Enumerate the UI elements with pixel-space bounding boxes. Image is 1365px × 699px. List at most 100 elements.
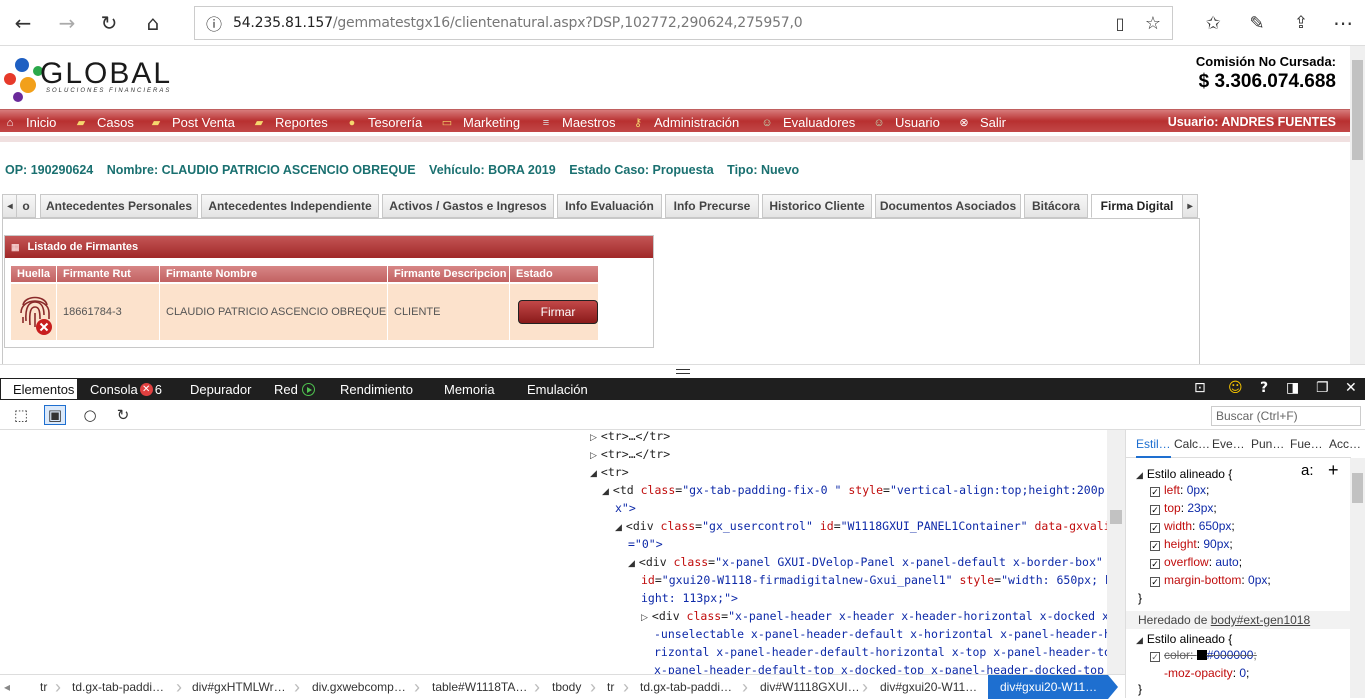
color-swatch[interactable] [1196,650,1207,660]
tab-activos-gastos[interactable]: Activos / Gastos e Ingresos [382,194,554,218]
url-text[interactable]: 54.235.81.157/gemmatestgx16/clientenatur… [233,15,803,31]
menu-item-usuario[interactable]: ☺ Usuario [873,115,939,130]
address-bar[interactable]: ⓘ 54.235.81.157/gemmatestgx16/clientenat… [194,6,1173,40]
splitter-grip-icon[interactable] [676,369,690,374]
breadcrumb-item[interactable]: td.gx-tab-paddi… [640,675,732,699]
collapse-icon[interactable]: ◢ [1136,636,1143,646]
share-icon[interactable]: ⇪ [1286,8,1316,38]
tab-info-precurse[interactable]: Info Precurse [665,194,759,218]
dom-node[interactable]: ▷ <tr>…</tr> [590,430,670,445]
breadcrumb-item[interactable]: table#W1118TA… [432,675,527,699]
expand-icon[interactable]: ▷ [641,613,648,623]
devtab-depurador[interactable]: Depurador [190,378,251,400]
smiley-feedback-icon[interactable]: ☺ [1228,380,1243,396]
devtab-elementos[interactable]: Elementos [0,378,78,400]
dom-node[interactable]: ▷ <tr>…</tr> [590,445,670,463]
refresh-dom-icon[interactable]: ↻ [112,405,134,425]
reading-view-icon[interactable]: ▯ [1105,8,1135,38]
menu-item-reportes[interactable]: ▰ Reportes [253,115,328,130]
dom-node[interactable]: ▷ <div class="x-panel-header x-header x-h… [641,607,1107,625]
menu-item-marketing[interactable]: ▭ Marketing [441,115,520,130]
col-firmante-descripcion[interactable]: Firmante Descripcion [388,266,510,282]
checkbox-checked-icon[interactable]: ✓ [1150,487,1160,497]
menu-item-maestros[interactable]: ≡ Maestros [540,115,616,130]
dom-node[interactable]: ◢ <td class="gx-tab-padding-fix-0 " style… [602,481,1105,499]
style-prop[interactable]: ✓ top: 23px; [1150,499,1217,517]
page-scrollbar-thumb[interactable] [1352,60,1363,160]
st-tab-eventos[interactable]: Eve… [1212,437,1245,451]
firmar-button[interactable]: Firmar [518,300,598,324]
tab-bitacora[interactable]: Bitácora [1024,194,1088,218]
style-prop[interactable]: ✓ left: 0px; [1150,481,1209,499]
breadcrumb-item-active[interactable]: div#gxui20-W11… [988,675,1108,699]
dom-node[interactable]: ◢ <tr> [590,463,629,481]
collapse-icon[interactable]: ◢ [1136,471,1143,481]
menu-item-salir[interactable]: ⊗ Salir [958,115,1006,130]
inherited-link[interactable]: body#ext-gen1018 [1211,613,1310,627]
checkbox-checked-icon[interactable]: ✓ [1150,541,1160,551]
style-prop[interactable]: ✓ overflow: auto; [1150,553,1242,571]
checkbox-checked-icon[interactable]: ✓ [1150,505,1160,515]
style-prop-overridden[interactable]: ✓ color: #000000; [1150,646,1257,664]
text-size-icon[interactable]: a: [1301,462,1314,480]
col-firmante-nombre[interactable]: Firmante Nombre [160,266,388,282]
undock-icon[interactable]: ❐ [1316,380,1329,396]
st-tab-puntos[interactable]: Pun… [1251,437,1284,451]
menu-item-post-venta[interactable]: ▰ Post Venta [150,115,235,130]
style-prop[interactable]: ✓ margin-bottom: 0px; [1150,571,1271,589]
st-tab-fuentes[interactable]: Fue… [1290,437,1323,451]
breadcrumb-item[interactable]: div#gxHTMLWr… [192,675,286,699]
tab-antecedentes-personales[interactable]: Antecedentes Personales [40,194,198,218]
breadcrumb-item[interactable]: td.gx-tab-paddi… [72,675,164,699]
styles-scrollbar-thumb[interactable] [1352,473,1363,503]
style-prop[interactable]: -moz-opacity: 0; [1164,664,1249,682]
col-firmante-rut[interactable]: Firmante Rut [57,266,160,282]
menu-item-casos[interactable]: ▰ Casos [75,115,134,130]
checkbox-checked-icon[interactable]: ✓ [1150,523,1160,533]
tab-info-evaluacion[interactable]: Info Evaluación [557,194,662,218]
breadcrumb-item[interactable]: div#gxui20-W11… [880,675,977,699]
tab-partial[interactable]: o [16,194,36,218]
menu-item-evaluadores[interactable]: ☺ Evaluadores [761,115,855,130]
devtab-red[interactable]: Red [274,378,315,400]
dom-scrollbar[interactable] [1107,430,1125,674]
color-picker-icon[interactable]: ○ [79,405,101,425]
checkbox-checked-icon[interactable]: ✓ [1150,559,1160,569]
refresh-icon[interactable]: ↻ [94,8,124,38]
style-prop[interactable]: ✓ width: 650px; [1150,517,1235,535]
styles-scrollbar[interactable] [1350,458,1365,698]
menu-item-tesoreria[interactable]: ● Tesorería [346,115,423,130]
collapse-icon[interactable]: ◢ [615,523,622,533]
devtab-memoria[interactable]: Memoria [444,378,495,400]
devtools-splitter[interactable] [0,364,1365,378]
devtools-search-input[interactable]: Buscar (Ctrl+F) [1211,406,1361,426]
breadcrumb-scroll-left-icon[interactable]: ◂ [4,675,10,699]
dom-tree[interactable]: ▷ <tr>…</tr> ▷ <tr>…</tr> ◢ <tr> ◢ <td class… [0,430,1107,674]
breadcrumb-item[interactable]: tr [40,675,47,699]
tab-firma-digital[interactable]: Firma Digital [1091,194,1183,218]
tab-scroll-right-icon[interactable]: ▸ [1182,194,1198,218]
favorite-star-icon[interactable]: ☆ [1138,8,1168,38]
menu-item-inicio[interactable]: ⌂ Inicio [4,115,57,130]
checkbox-checked-icon[interactable]: ✓ [1150,652,1160,662]
tab-antecedentes-independiente[interactable]: Antecedentes Independiente [201,194,379,218]
more-icon[interactable]: ⋯ [1328,8,1358,38]
dom-scrollbar-thumb[interactable] [1110,510,1122,524]
style-prop[interactable]: ✓ height: 90px; [1150,535,1233,553]
dom-node[interactable]: ◢ <div class="x-panel GXUI-DVelop-Panel x… [628,553,1103,571]
breadcrumb-item[interactable]: tr [607,675,614,699]
st-tab-calculado[interactable]: Calc… [1174,437,1210,451]
devtab-consola[interactable]: Consola ✕ 6 [90,378,162,400]
collapse-icon[interactable]: ◢ [602,487,609,497]
help-icon[interactable]: ? [1260,380,1268,396]
tab-historico-cliente[interactable]: Historico Cliente [762,194,872,218]
st-tab-estilos[interactable]: Estil… [1136,437,1171,458]
checkbox-checked-icon[interactable]: ✓ [1150,577,1160,587]
add-rule-icon[interactable]: + [1328,461,1339,479]
pen-icon[interactable]: ✎ [1242,8,1272,38]
back-arrow-icon[interactable]: ← [8,8,38,38]
home-icon[interactable]: ⌂ [138,8,168,38]
breadcrumb-item[interactable]: div#W1118GXUI… [760,675,860,699]
select-element-icon[interactable]: ⬚ [10,405,32,425]
st-tab-accesibilidad[interactable]: Acc… [1329,437,1361,451]
